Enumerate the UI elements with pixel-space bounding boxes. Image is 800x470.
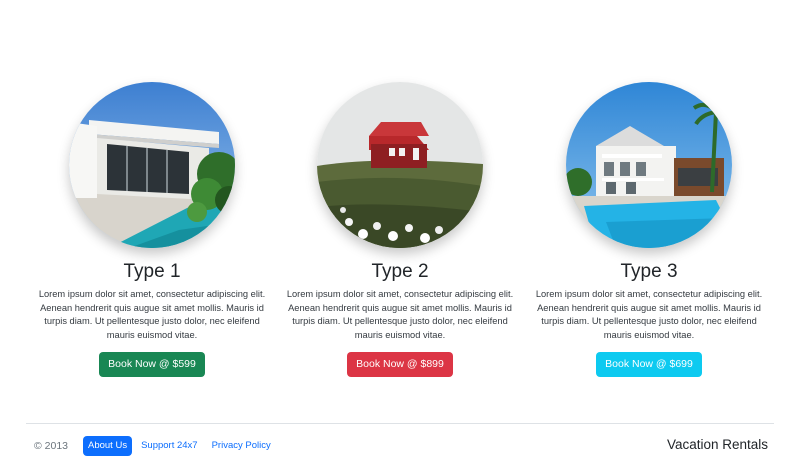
brand-name[interactable]: Vacation Rentals <box>667 437 768 452</box>
card-description: Lorem ipsum dolor sit amet, consectetur … <box>535 289 763 340</box>
modern-house-pool-image <box>69 82 235 248</box>
footer-nav: About Us Support 24x7 Privacy Policy <box>83 436 276 456</box>
card-title: Type 2 <box>371 261 429 282</box>
villa-pool-image <box>566 82 732 248</box>
book-now-button-type-1[interactable]: Book Now @ $599 <box>99 352 205 378</box>
card-type-3: Type 3 Lorem ipsum dolor sit amet, conse… <box>529 82 769 378</box>
page: Type 1 Lorem ipsum dolor sit amet, conse… <box>0 0 800 470</box>
footer-link-privacy-policy[interactable]: Privacy Policy <box>207 436 276 456</box>
footer-link-about-us[interactable]: About Us <box>83 436 133 456</box>
book-now-button-type-2[interactable]: Book Now @ $899 <box>347 352 453 378</box>
card-title: Type 1 <box>123 261 181 282</box>
card-type-1: Type 1 Lorem ipsum dolor sit amet, conse… <box>32 82 272 378</box>
footer-divider <box>26 423 774 424</box>
red-cabin-hill-image <box>317 82 483 248</box>
book-now-button-type-3[interactable]: Book Now @ $699 <box>596 352 702 378</box>
card-row: Type 1 Lorem ipsum dolor sit amet, conse… <box>0 82 800 382</box>
footer: © 2013 About Us Support 24x7 Privacy Pol… <box>34 436 768 458</box>
copyright-text: © 2013 <box>34 440 69 452</box>
footer-link-support[interactable]: Support 24x7 <box>136 436 203 456</box>
card-description: Lorem ipsum dolor sit amet, consectetur … <box>286 289 514 340</box>
card-title: Type 3 <box>620 261 678 282</box>
card-description: Lorem ipsum dolor sit amet, consectetur … <box>38 289 266 340</box>
card-type-2: Type 2 Lorem ipsum dolor sit amet, conse… <box>280 82 520 378</box>
